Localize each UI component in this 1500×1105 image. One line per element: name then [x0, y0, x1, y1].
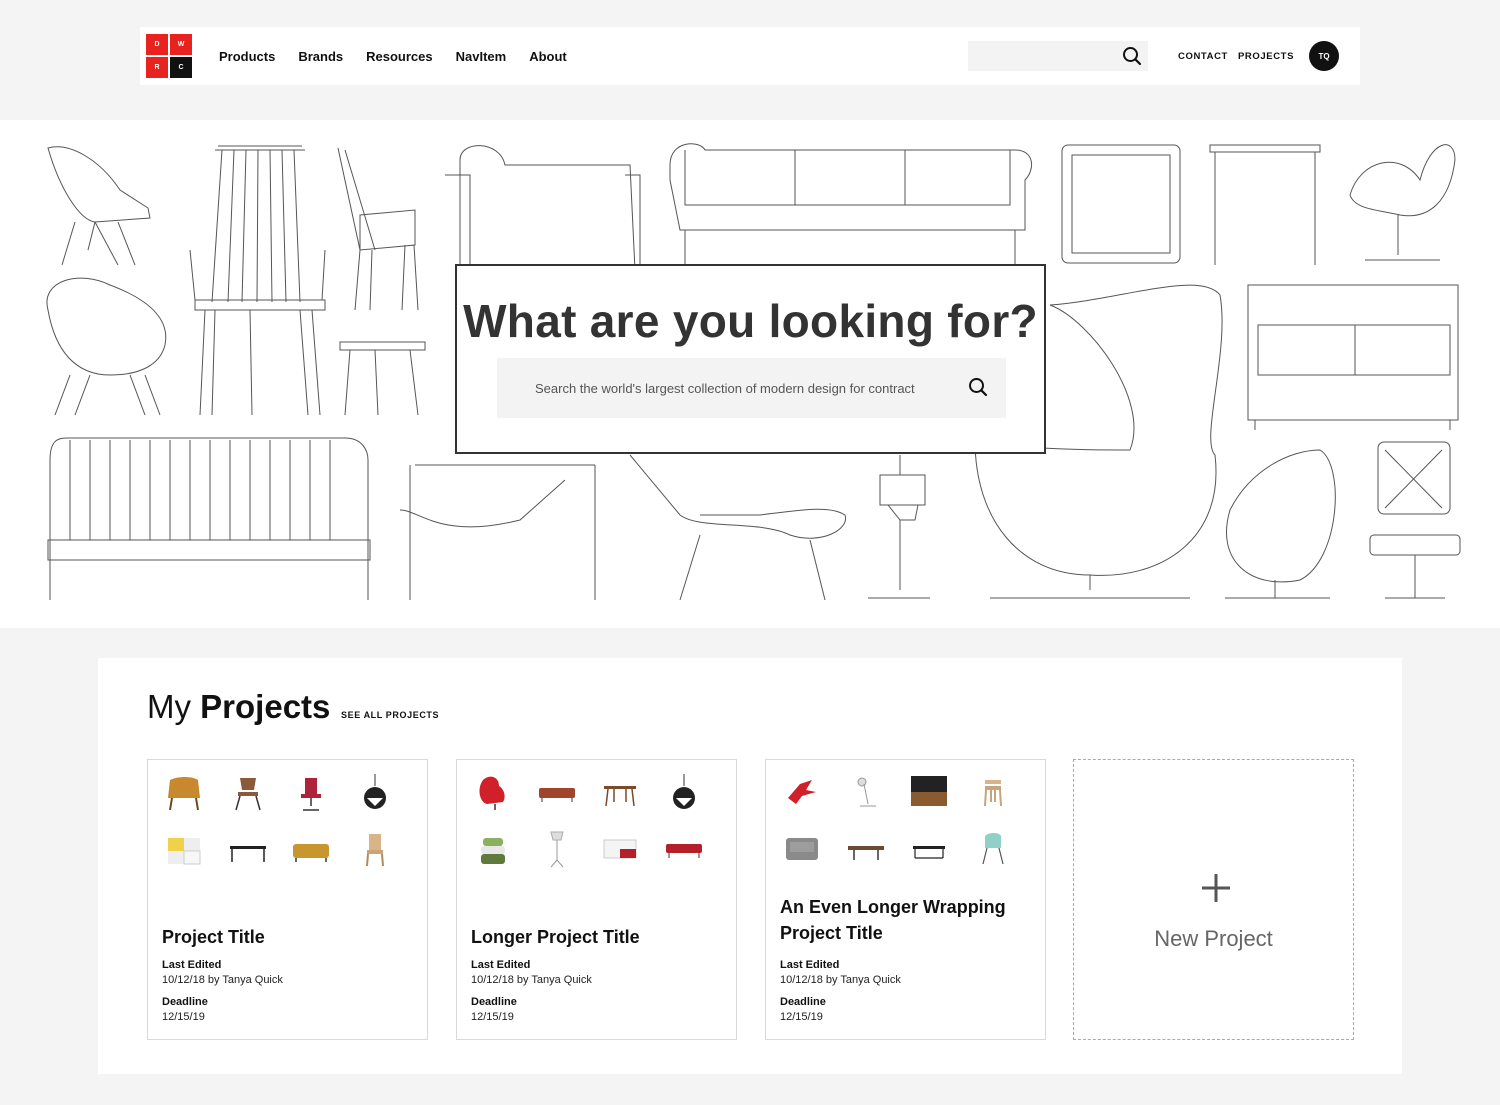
contact-link[interactable]: CONTACT	[1178, 51, 1228, 62]
pendant-lamp-thumbnail	[353, 774, 397, 812]
low-table-thumbnail	[907, 830, 951, 868]
search-icon[interactable]	[1122, 46, 1142, 71]
nav-item-resources[interactable]: Resources	[366, 49, 432, 64]
nav-item-navitem[interactable]: NavItem	[456, 49, 507, 64]
bench-thumbnail	[662, 830, 706, 868]
nav-item-products[interactable]: Products	[219, 49, 275, 64]
last-edited-value: 10/12/18 by Tanya Quick	[471, 974, 592, 986]
see-all-projects-link[interactable]: SEE ALL PROJECTS	[341, 710, 439, 720]
deadline-label: Deadline	[162, 996, 208, 1008]
project-card[interactable]: Project Title Last Edited 10/12/18 by Ta…	[147, 759, 428, 1040]
egg-chair-thumbnail	[471, 774, 515, 812]
dwrc-logo[interactable]: D W R C	[146, 34, 192, 78]
section-title-bold: Projects	[200, 688, 331, 725]
stacked-stools-thumbnail	[971, 774, 1015, 812]
search-icon[interactable]	[968, 377, 988, 402]
side-chair-thumbnail	[353, 830, 397, 868]
product-thumbnail-grid	[471, 774, 725, 868]
main-nav: Products Brands Resources NavItem About	[219, 27, 567, 85]
card-title: Project Title	[162, 927, 265, 947]
product-thumbnail-grid	[780, 774, 1034, 868]
office-chair-thumbnail	[289, 774, 333, 812]
projects-link[interactable]: PROJECTS	[1238, 51, 1294, 62]
section-title-light: My	[147, 688, 191, 725]
project-card[interactable]: An Even Longer Wrapping Project Title La…	[765, 759, 1046, 1040]
last-edited-label: Last Edited	[471, 959, 531, 971]
star-stool-thumbnail	[780, 774, 824, 812]
avatar[interactable]: TQ	[1309, 41, 1339, 71]
new-project-label: New Project	[1154, 926, 1273, 951]
product-thumbnail-grid	[162, 774, 416, 868]
floor-lamp-thumbnail	[535, 830, 579, 868]
sofa-thumbnail	[535, 774, 579, 812]
last-edited-label: Last Edited	[162, 959, 222, 971]
last-edited-label: Last Edited	[780, 959, 840, 971]
hero-search-input[interactable]	[497, 358, 957, 418]
deadline-value: 12/15/19	[162, 1011, 205, 1023]
hero-title: What are you looking for?	[463, 295, 1038, 347]
logo-cell: R	[146, 57, 168, 78]
plus-icon	[1201, 873, 1231, 903]
logo-cell: D	[146, 34, 168, 55]
new-project-button[interactable]: New Project	[1073, 759, 1354, 1040]
my-projects-section: My Projects SEE ALL PROJECTS Project Tit…	[98, 658, 1402, 1074]
desk-lamp-thumbnail	[844, 774, 888, 812]
last-edited-value: 10/12/18 by Tanya Quick	[780, 974, 901, 986]
nav-item-about[interactable]: About	[529, 49, 567, 64]
card-title: Longer Project Title	[471, 927, 640, 947]
media-cabinet-thumbnail	[907, 774, 951, 812]
sofa-thumbnail	[289, 830, 333, 868]
shelving-thumbnail	[162, 830, 206, 868]
hero-search-box	[497, 358, 1006, 418]
card-title: An Even Longer Wrapping Project Title	[780, 897, 1006, 943]
header-bar: D W R C Products Brands Resources NavIte…	[140, 27, 1360, 85]
chair-thumbnail	[226, 774, 270, 812]
deadline-label: Deadline	[471, 996, 517, 1008]
hero-banner: What are you looking for?	[0, 120, 1500, 628]
deadline-value: 12/15/19	[780, 1011, 823, 1023]
last-edited-value: 10/12/18 by Tanya Quick	[162, 974, 283, 986]
nav-item-brands[interactable]: Brands	[298, 49, 343, 64]
table-thumbnail	[226, 830, 270, 868]
section-title: My Projects	[147, 688, 330, 726]
armchair-thumbnail	[162, 774, 206, 812]
logo-cell: C	[170, 57, 192, 78]
deadline-value: 12/15/19	[471, 1011, 514, 1023]
lounge-chair-thumbnail	[780, 830, 824, 868]
hero-search-card: What are you looking for?	[455, 264, 1046, 454]
stacked-stool-thumbnail	[471, 830, 515, 868]
pendant-lamp-thumbnail	[662, 774, 706, 812]
project-card[interactable]: Longer Project Title Last Edited 10/12/1…	[456, 759, 737, 1040]
cabinet-thumbnail	[598, 830, 642, 868]
logo-cell: W	[170, 34, 192, 55]
deadline-label: Deadline	[780, 996, 826, 1008]
table-thumbnail	[598, 774, 642, 812]
shell-chair-thumbnail	[971, 830, 1015, 868]
coffee-table-thumbnail	[844, 830, 888, 868]
header-search-input[interactable]	[968, 41, 1148, 71]
